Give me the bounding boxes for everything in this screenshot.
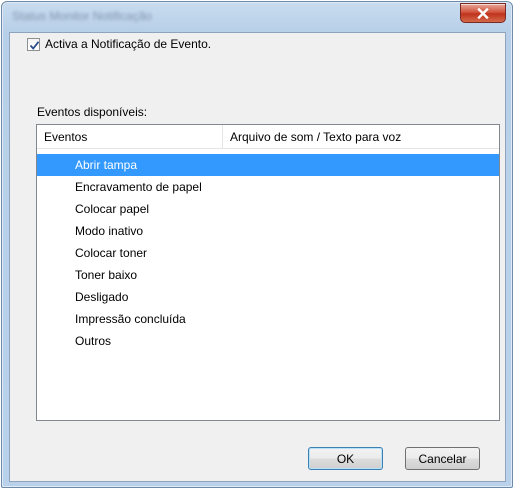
event-notification-checkbox[interactable] (27, 37, 40, 51)
event-notification-label: Activa a Notificação de Evento. (45, 37, 212, 51)
events-list-rows: Abrir tampa Encravamento de papel Coloca… (37, 154, 499, 352)
list-item[interactable]: Colocar toner (37, 242, 499, 264)
list-item[interactable]: Colocar papel (37, 198, 499, 220)
list-item[interactable]: Toner baixo (37, 264, 499, 286)
list-item[interactable]: Modo inativo (37, 220, 499, 242)
list-item[interactable]: Impressão concluída (37, 308, 499, 330)
list-item[interactable]: Outros (37, 330, 499, 352)
title-bar[interactable]: Status Monitor Notificação (2, 2, 512, 32)
column-header-sound-file[interactable]: Arquivo de som / Texto para voz (223, 125, 499, 149)
list-item[interactable]: Abrir tampa (37, 154, 499, 176)
events-list-header: Eventos Arquivo de som / Texto para voz (37, 125, 499, 149)
events-list[interactable]: Eventos Arquivo de som / Texto para voz … (36, 124, 500, 421)
check-icon (29, 40, 40, 50)
close-icon (477, 7, 489, 19)
close-button[interactable] (460, 3, 506, 23)
window-title: Status Monitor Notificação (12, 9, 153, 23)
available-events-label: Eventos disponíveis: (37, 105, 148, 119)
event-notification-option[interactable]: Activa a Notificação de Evento. (27, 37, 211, 51)
list-item[interactable]: Desligado (37, 286, 499, 308)
column-header-events[interactable]: Eventos (37, 125, 223, 149)
cancel-button[interactable]: Cancelar (405, 447, 480, 470)
list-item[interactable]: Encravamento de papel (37, 176, 499, 198)
ok-button[interactable]: OK (308, 447, 383, 470)
